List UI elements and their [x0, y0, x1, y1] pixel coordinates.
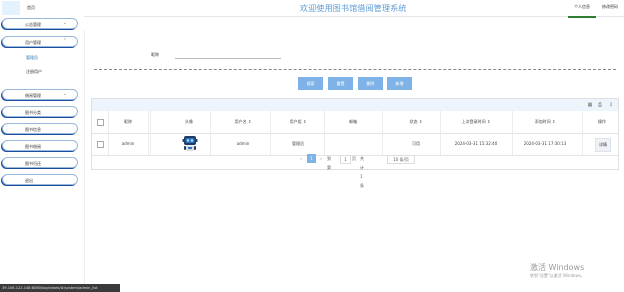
col-header-added[interactable]: 添加时间 ⇕ [522, 119, 568, 125]
table-toolbar: ▦ ⎙ ⇩ [92, 99, 618, 111]
page-1-button[interactable]: 1 [307, 154, 316, 163]
sidebar-item-label: 图书信息 [25, 126, 41, 132]
chevron-down-icon: ⌄ [62, 20, 67, 26]
col-header-label: 添加时间 [534, 119, 551, 124]
tab-change-password[interactable]: 修改密码 [596, 0, 624, 16]
export-icon[interactable]: ⇩ [608, 102, 614, 108]
goto-label: 到第 [327, 156, 331, 170]
col-header-status[interactable]: 状态 ⇕ [405, 119, 427, 125]
filter-columns-icon[interactable]: ▦ [587, 102, 593, 108]
sidebar-item-label: 图书归还 [25, 160, 41, 166]
prev-page-button[interactable]: ‹ [297, 154, 305, 163]
header-tabs: 个人信息 修改密码 [568, 0, 624, 18]
cell-last-login: 2024-03-31 15:32:40 [454, 141, 498, 146]
search-button[interactable]: 搜索 [298, 77, 323, 90]
cell-username: admin [236, 141, 250, 146]
nickname-search-input[interactable] [175, 51, 281, 59]
col-header-label: 上次登录时间 [461, 119, 486, 124]
sidebar-item-logout[interactable]: 退出 [2, 174, 78, 185]
sidebar-item-book-return[interactable]: 图书归还 [2, 157, 78, 168]
col-header-avatar: 头像 [185, 119, 193, 124]
table-row[interactable]: admin admin 管理员 可用 2024-03-31 15:32:40 2… [92, 133, 618, 156]
robot-avatar [182, 136, 198, 151]
sidebar-item-borrow-management[interactable]: 借阅管理 ⌄ [2, 89, 78, 100]
add-button[interactable]: 新增 [387, 77, 412, 90]
goto-page-input[interactable]: 1 [340, 155, 351, 164]
sort-icon: ⇕ [418, 119, 423, 124]
reset-button[interactable]: 重置 [328, 77, 353, 90]
sidebar-item-announcements[interactable]: 公告管理 ⌄ [2, 18, 78, 29]
home-tab[interactable] [2, 1, 20, 15]
sort-icon: ⇕ [247, 119, 252, 124]
search-label: 昵称 [151, 52, 159, 57]
sort-icon: ⇕ [302, 119, 307, 124]
col-header-username[interactable]: 用户名 ⇕ [232, 119, 254, 125]
sort-icon: ⇕ [551, 119, 556, 124]
col-header-label: 用户名 [234, 119, 247, 124]
sidebar-item-label: 图书借阅 [25, 143, 41, 149]
col-header-nickname: 昵称 [124, 119, 132, 124]
col-header-email: 邮箱 [349, 119, 357, 124]
sort-icon: ⇕ [486, 119, 491, 124]
tab-profile[interactable]: 个人信息 [568, 0, 596, 18]
home-link[interactable]: 首页 [27, 5, 35, 11]
sidebar-item-book-borrow[interactable]: 图书借阅 [2, 140, 78, 151]
browser-status-url: 39.108.122.148:8080/login/web/#/system/a… [0, 284, 120, 292]
sidebar-item-book-category[interactable]: 图书分类 [2, 106, 78, 117]
chevron-up-icon: ⌃ [62, 38, 67, 44]
page-size-select[interactable]: 10 条/页 [387, 155, 415, 164]
sidebar: 公告管理 ⌄ 用户管理 ⌃ 管理员 注册用户 借阅管理 ⌄ 图书分类 图书信息 … [0, 16, 84, 292]
activation-watermark-subtitle: 转到"设置"以激活 Windows。 [530, 273, 585, 278]
cell-group: 管理员 [292, 141, 304, 146]
select-all-checkbox[interactable] [97, 119, 104, 126]
page-title: 欢迎使用图书馆借阅管理系统 [300, 4, 407, 13]
total-count: 共计1条 [360, 156, 364, 188]
col-header-actions: 操作 [598, 119, 606, 124]
cell-added: 2024-03-31 17:30:13 [523, 141, 567, 146]
sidebar-item-label: 退出 [25, 177, 33, 183]
sidebar-item-label: 公告管理 [25, 21, 41, 27]
divider [94, 69, 616, 70]
sidebar-item-users[interactable]: 用户管理 ⌃ [2, 36, 78, 47]
page-unit-label: 页 [352, 156, 356, 161]
delete-button[interactable]: 删除 [358, 77, 383, 90]
activation-watermark-title: 激活 Windows [530, 263, 585, 272]
row-checkbox[interactable] [97, 141, 104, 148]
sidebar-item-label: 用户管理 [25, 39, 41, 45]
submenu-registered-users[interactable]: 注册用户 [26, 69, 42, 75]
cell-status: 可用 [412, 141, 420, 146]
chevron-down-icon: ⌄ [62, 91, 67, 97]
table-header: 昵称 头像 用户名 ⇕ 用户组 ⇕ 邮箱 状态 ⇕ 上次登录时间 ⇕ 添加时间 … [92, 111, 618, 134]
print-icon[interactable]: ⎙ [597, 102, 603, 108]
sidebar-item-label: 图书分类 [25, 109, 41, 115]
cell-nickname: admin [121, 141, 135, 146]
sidebar-item-book-info[interactable]: 图书信息 [2, 123, 78, 134]
header-bar: 首页 欢迎使用图书馆借阅管理系统 个人信息 修改密码 [0, 0, 624, 18]
detail-button[interactable]: 详情 [595, 138, 611, 152]
submenu-admin[interactable]: 管理员 [26, 55, 38, 61]
col-header-label: 状态 [409, 119, 418, 124]
col-header-last-login[interactable]: 上次登录时间 ⇕ [452, 119, 500, 125]
col-header-label: 用户组 [289, 119, 302, 124]
col-header-group[interactable]: 用户组 ⇕ [287, 119, 309, 125]
next-page-button[interactable]: › [318, 154, 324, 163]
sidebar-item-label: 借阅管理 [25, 92, 41, 98]
